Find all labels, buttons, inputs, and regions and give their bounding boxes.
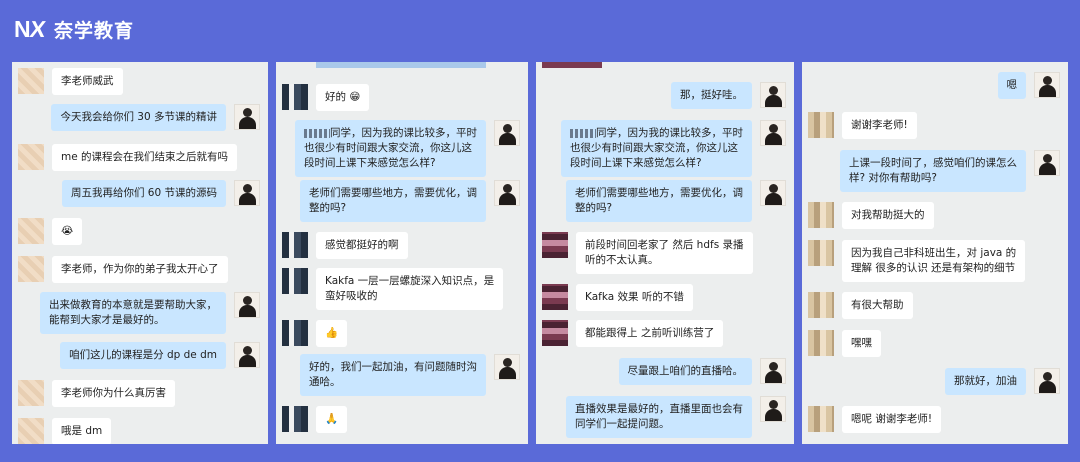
message-bubble: 感觉都挺好的啊 [316,232,408,259]
avatar[interactable] [808,202,834,228]
message-bubble: 李老师，作为你的弟子我太开心了 [52,256,228,283]
message-bubble: Kafka 效果 听的不错 [576,284,693,311]
message-bubble: 老师们需要哪些地方，需要优化，调 整的吗? [566,180,752,222]
avatar[interactable] [808,292,834,318]
message-bubble: 李老师威武 [52,68,123,95]
avatar[interactable] [18,68,44,94]
redacted-name [570,128,596,138]
cropped-bubble [542,62,602,68]
message-bubble: 谢谢李老师! [842,112,917,139]
message-bubble: 老师们需要哪些地方，需要优化，调 整的吗? [300,180,486,222]
avatar[interactable] [282,320,308,346]
message-bubble: 尽量跟上咱们的直播哈。 [618,358,752,385]
avatar[interactable] [808,406,834,432]
cropped-bubble [316,62,486,68]
avatar[interactable] [1034,72,1060,98]
message-bubble: 上课一段时间了，感觉咱们的课怎么 样? 对你有帮助吗? [840,150,1026,192]
message-bubble: 出来做教育的本意就是要帮助大家， 能帮到大家才是最好的。 [40,292,226,334]
message-bubble: 嗯呢 谢谢李老师! [842,406,942,433]
avatar[interactable] [542,232,568,258]
avatar[interactable] [494,354,520,380]
message-bubble: 哦是 dm [52,418,112,444]
avatar[interactable] [234,292,260,318]
chat-panel-3[interactable]: 那，挺好哇。 同学，因为我的课比较多，平时 也很少有时间跟大家交流，你这儿这 段… [536,62,794,444]
chat-panel-4[interactable]: 嗯 谢谢李老师! 上课一段时间了，感觉咱们的课怎么 样? 对你有帮助吗? 对我帮… [802,62,1068,444]
avatar[interactable] [18,144,44,170]
message-bubble: 都能跟得上 之前听训练营了 [576,320,724,347]
message-bubble: 同学，因为我的课比较多，平时 也很少有时间跟大家交流，你这儿这 段时间上课下来感… [561,120,752,177]
avatar[interactable] [808,240,834,266]
message-bubble: 嘿嘿 [842,330,881,357]
avatar[interactable] [18,418,44,444]
avatar[interactable] [18,218,44,244]
message-bubble: 👍 [316,320,348,347]
message-bubble: 嗯 [997,72,1026,99]
message-bubble: Kakfa 一层一层螺旋深入知识点，是 蛮好吸收的 [316,268,504,310]
avatar[interactable] [760,120,786,146]
message-bubble: 今天我会给你们 30 多节课的精讲 [51,104,226,131]
message-bubble: 前段时间回老家了 然后 hdfs 录播 听的不太认真。 [576,232,753,274]
message-bubble: 那，挺好哇。 [671,82,752,109]
avatar[interactable] [542,284,568,310]
chat-panel-2[interactable]: 好的 😁 同学，因为我的课比较多，平时 也很少有时间跟大家交流，你这儿这 段时间… [276,62,528,444]
avatar[interactable] [1034,368,1060,394]
message-bubble: 直播效果是最好的，直播里面也会有 同学们一起提问题。 [566,396,752,438]
avatar[interactable] [760,358,786,384]
avatar[interactable] [234,180,260,206]
avatar[interactable] [494,120,520,146]
avatar[interactable] [760,180,786,206]
avatar[interactable] [760,82,786,108]
brand-name: 奈学教育 [53,19,134,42]
redacted-name [304,128,330,138]
message-bubble: 对我帮助挺大的 [842,202,934,229]
avatar[interactable] [282,84,308,110]
avatar[interactable] [808,112,834,138]
message-bubble: 🙏 [316,406,348,433]
message-bubble: 好的，我们一起加油，有问题随时沟 通哈。 [300,354,486,396]
message-bubble: 有很大帮助 [842,292,913,319]
avatar[interactable] [282,232,308,258]
avatar[interactable] [542,320,568,346]
message-bubble: 咱们这儿的课程是分 dp de dm [60,342,226,369]
chat-panel-1[interactable]: 李老师威武 今天我会给你们 30 多节课的精讲 me 的课程会在我们结束之后就有… [12,62,268,444]
message-bubble: 好的 😁 [316,84,370,111]
avatar[interactable] [18,380,44,406]
message-bubble: 因为我自己非科班出生，对 java 的 理解 很多的认识 还是有架构的细节 [842,240,1026,282]
avatar[interactable] [234,104,260,130]
avatar[interactable] [18,256,44,282]
message-bubble: 同学，因为我的课比较多，平时 也很少有时间跟大家交流，你这儿这 段时间上课下来感… [295,120,486,177]
brand-header: NX 奈学教育 [14,14,134,44]
avatar[interactable] [808,330,834,356]
message-bubble: 周五我再给你们 60 节课的源码 [61,180,226,207]
avatar[interactable] [1034,150,1060,176]
avatar[interactable] [494,180,520,206]
message-bubble: 那就好，加油 [945,368,1026,395]
message-bubble: me 的课程会在我们结束之后就有吗 [52,144,238,171]
avatar[interactable] [282,268,308,294]
message-bubble: 😭 [52,218,83,245]
avatar[interactable] [760,396,786,422]
avatar[interactable] [234,342,260,368]
message-bubble: 李老师你为什么真厉害 [52,380,175,407]
brand-logo: NX [14,15,46,42]
avatar[interactable] [282,406,308,432]
